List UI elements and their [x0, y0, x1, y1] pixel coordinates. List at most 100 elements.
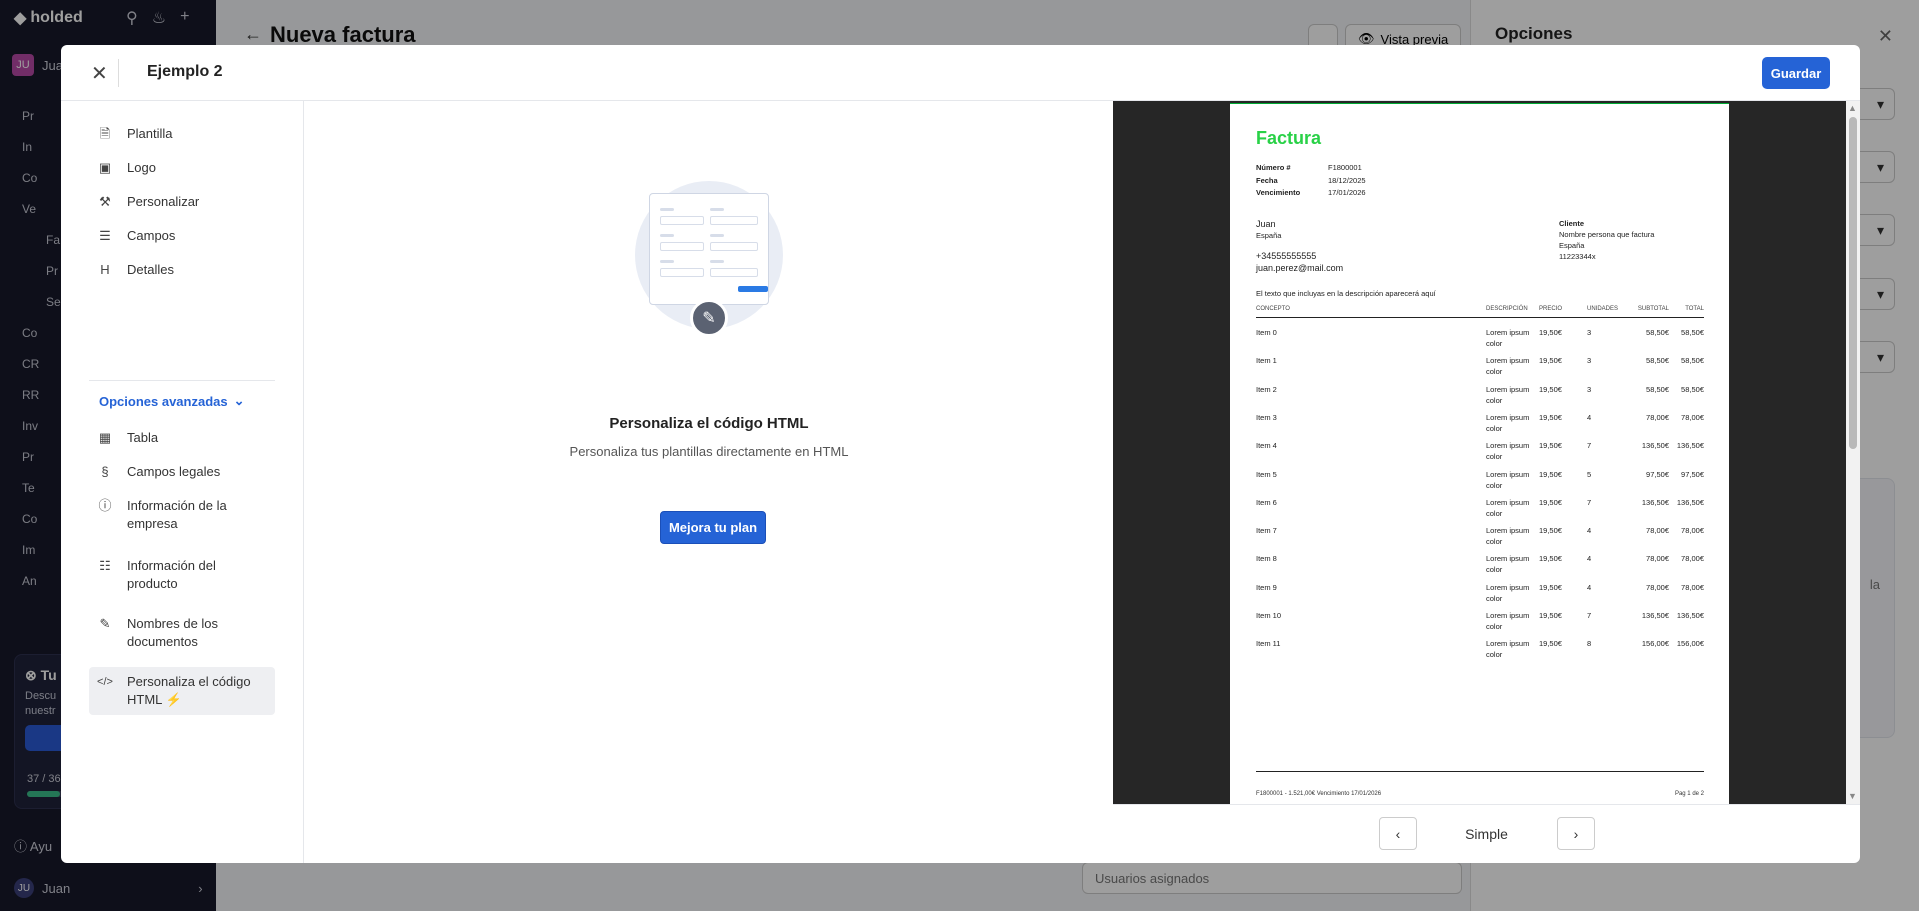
- table-cell-subtotal: 136,50€: [1641, 441, 1669, 451]
- nav-item-logo[interactable]: ▣ Logo: [89, 153, 275, 183]
- table-cell-price: 19,50€: [1539, 469, 1562, 479]
- table-row: Item 11 Lorem ipsum color 19,50€ 8 156,00€ 15…: [1256, 638, 1704, 668]
- table-cell-concept: Item 11: [1256, 639, 1281, 649]
- template-switcher: ‹ Simple ›: [1113, 804, 1860, 863]
- list-icon: ☰: [99, 228, 111, 243]
- nav-item-campos[interactable]: ☰ Campos: [89, 221, 275, 251]
- table-cell-desc: Lorem ipsum color: [1486, 639, 1530, 660]
- close-icon[interactable]: ✕: [91, 61, 108, 86]
- illustration-button: [738, 286, 768, 292]
- upgrade-plan-button[interactable]: Mejora tu plan: [660, 511, 766, 544]
- next-template-button[interactable]: ›: [1557, 817, 1595, 850]
- table-cell-total: 78,00€: [1681, 554, 1704, 564]
- table-cell-units: 3: [1587, 356, 1592, 366]
- table-cell-total: 136,50€: [1676, 441, 1704, 451]
- table-cell-subtotal: 136,50€: [1641, 611, 1669, 620]
- column-header: TOTAL: [1685, 306, 1704, 312]
- advanced-options-toggle[interactable]: Opciones avanzadas ⌄: [99, 393, 245, 409]
- table-cell-price: 19,50€: [1539, 526, 1562, 536]
- product-list-icon: ☷: [99, 558, 111, 573]
- table-cell-subtotal: 78,00€: [1646, 412, 1669, 422]
- preview-canvas[interactable]: Factura Número # F1800001 Fecha 18/12/2025 V…: [1113, 101, 1846, 804]
- table-cell-price: 19,50€: [1539, 611, 1562, 620]
- nav-item-personaliza[interactable]: </> Personaliza el código HTML ⚡: [89, 667, 275, 715]
- client-id: 11223344x: [1559, 252, 1596, 261]
- table-cell-price: 19,50€: [1539, 554, 1562, 564]
- meta-key: Vencimiento: [1256, 188, 1301, 197]
- nav-item-detalles[interactable]: H Detalles: [89, 255, 275, 285]
- meta-value: 17/01/2026: [1328, 188, 1366, 197]
- table-cell-price: 19,50€: [1539, 497, 1562, 507]
- nav-item-informacion[interactable]: ⓘ Información de la empresa: [89, 491, 275, 539]
- table-cell-units: 4: [1587, 554, 1592, 564]
- issuer-country: España: [1256, 231, 1282, 240]
- meta-key: Número #: [1256, 163, 1291, 172]
- nav-item-label: Personalizar: [127, 194, 200, 209]
- table-cell-subtotal: 58,50€: [1646, 384, 1669, 394]
- table-cell-total: 58,50€: [1681, 384, 1704, 394]
- nav-item-plantilla[interactable]: 🗎 Plantilla: [89, 119, 275, 149]
- table-cell-subtotal: 58,50€: [1646, 356, 1669, 366]
- table-cell-subtotal: 58,50€: [1646, 328, 1669, 337]
- table-cell-total: 136,50€: [1676, 497, 1704, 507]
- table-cell-price: 19,50€: [1539, 639, 1562, 649]
- table-cell-desc: Lorem ipsum color: [1486, 526, 1530, 547]
- upsell-description: Personaliza tus plantillas directamente …: [569, 444, 849, 459]
- nav-item-label: Logo: [127, 160, 156, 175]
- table-cell-desc: Lorem ipsum color: [1486, 611, 1530, 631]
- document-illustration: [649, 193, 769, 305]
- table-row: Item 6 Lorem ipsum color 19,50€ 7 136,50€ 136…: [1256, 497, 1704, 527]
- invoice-preview: Factura Número # F1800001 Fecha 18/12/2025 V…: [1113, 101, 1860, 863]
- scroll-down-icon[interactable]: ▼: [1848, 791, 1857, 801]
- client-country: España: [1559, 241, 1585, 250]
- client-label: Cliente: [1559, 219, 1585, 228]
- scrollbar-thumb[interactable]: [1849, 117, 1857, 449]
- nav-divider: [89, 380, 275, 381]
- table-cell-subtotal: 97,50€: [1646, 469, 1669, 479]
- nav-item-personalizar[interactable]: ⚒ Personalizar: [89, 187, 275, 217]
- nav-item-nombres[interactable]: ✎ Nombres de los documentos: [89, 609, 275, 657]
- invoice-issuer: Juan España +34555555555 juan.perez@mail…: [1256, 218, 1343, 274]
- table-cell-units: 4: [1587, 412, 1592, 422]
- invoice-footer-summary: F1800001 - 1.521,00€ Vencimiento 17/01/2…: [1256, 791, 1382, 797]
- meta-key: Fecha: [1256, 175, 1278, 185]
- table-row: Item 2 Lorem ipsum color 19,50€ 3 58,50€ 58,5…: [1256, 384, 1704, 414]
- table-cell-concept: Item 2: [1256, 384, 1277, 394]
- table-cell-concept: Item 0: [1256, 328, 1277, 337]
- nav-item-label: Información de la empresa: [127, 498, 227, 531]
- template-illustration: ✎: [635, 181, 783, 337]
- invoice-meta-row: Vencimiento 17/01/2026: [1256, 187, 1366, 200]
- edit-icon: ✎: [99, 616, 111, 631]
- nav-item-campos[interactable]: § Campos legales: [89, 457, 275, 487]
- table-cell-price: 19,50€: [1539, 441, 1562, 451]
- table-cell-total: 78,00€: [1681, 412, 1704, 422]
- table-cell-concept: Item 6: [1256, 497, 1277, 507]
- table-cell-subtotal: 78,00€: [1646, 526, 1669, 536]
- heading-icon: H: [100, 262, 110, 277]
- invoice-page: Factura Número # F1800001 Fecha 18/12/2025 V…: [1230, 103, 1729, 804]
- table-cell-concept: Item 1: [1256, 356, 1277, 366]
- table-row: Item 0 Lorem ipsum color 19,50€ 3 58,50€ 58,5…: [1256, 327, 1704, 357]
- preview-scrollbar[interactable]: ▲ ▼: [1846, 101, 1860, 804]
- info-icon: ⓘ: [98, 498, 112, 513]
- template-name: Simple: [1465, 826, 1508, 842]
- table-cell-total: 136,50€: [1676, 611, 1704, 620]
- table-cell-total: 58,50€: [1681, 328, 1704, 337]
- column-header: PRECIO: [1539, 306, 1563, 312]
- nav-item-tabla[interactable]: ▦ Tabla: [89, 423, 275, 453]
- table-cell-price: 19,50€: [1539, 356, 1562, 366]
- table-cell-desc: Lorem ipsum color: [1486, 497, 1530, 518]
- save-button[interactable]: Guardar: [1762, 57, 1830, 89]
- scroll-up-icon[interactable]: ▲: [1848, 103, 1857, 113]
- table-cell-concept: Item 7: [1256, 526, 1277, 536]
- table-row: Item 3 Lorem ipsum color 19,50€ 4 78,00€ 78,0…: [1256, 412, 1704, 442]
- advanced-options-label: Opciones avanzadas: [99, 393, 228, 409]
- modal-title: Ejemplo 2: [147, 63, 223, 80]
- modal-header: ✕ Ejemplo 2 Guardar: [61, 45, 1860, 101]
- table-cell-concept: Item 9: [1256, 582, 1277, 592]
- nav-item-label: Tabla: [127, 430, 159, 445]
- invoice-client: Cliente Nombre persona que factura Españ…: [1559, 218, 1654, 262]
- nav-item-label: Personaliza el código HTML ⚡: [127, 674, 251, 707]
- table-row: Item 1 Lorem ipsum color 19,50€ 3 58,50€ 58,5…: [1256, 355, 1704, 385]
- nav-item-informacion[interactable]: ☷ Información del producto: [89, 551, 275, 599]
